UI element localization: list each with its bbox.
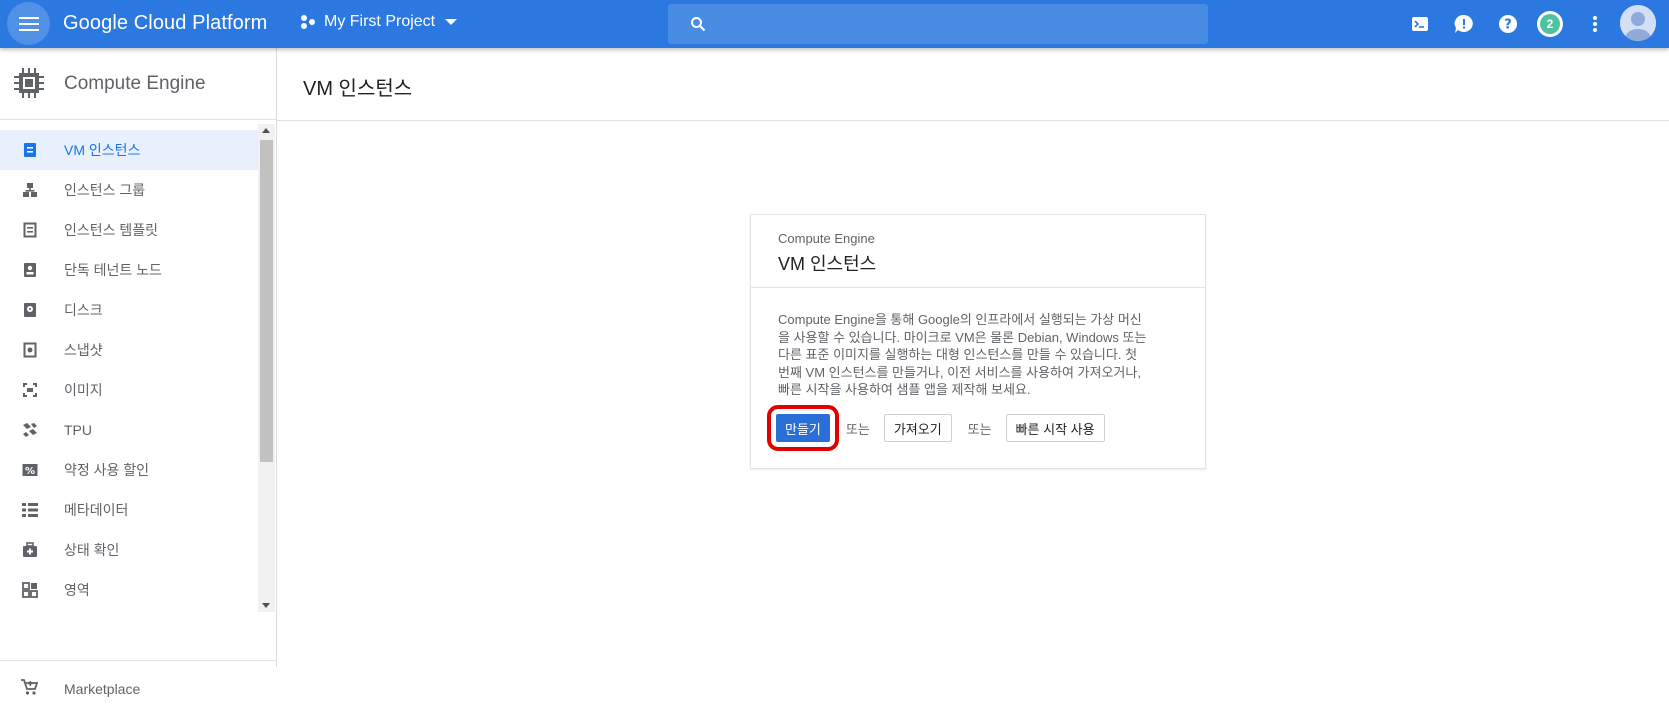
sidebar-item-sole-tenant-nodes[interactable]: 단독 테넌트 노드 (0, 250, 258, 290)
menu-icon (18, 16, 39, 31)
card-subtitle: Compute Engine (778, 231, 875, 246)
vm-instance-icon (20, 140, 40, 160)
sidebar-item-instance-templates[interactable]: 인스턴스 템플릿 (0, 210, 258, 250)
menu-button[interactable] (7, 2, 50, 45)
sidebar-title: Compute Engine (64, 73, 206, 94)
description-line: 다른 표준 이미지를 실행하는 대형 인스턴스를 만들 수 있습니다. 첫 (778, 347, 1138, 363)
sidebar-item-label: 단독 테넌트 노드 (64, 262, 162, 278)
health-check-icon (20, 540, 40, 560)
account-icon (1620, 5, 1656, 41)
svg-text:%: % (25, 466, 35, 477)
sidebar-item-label: 인스턴스 템플릿 (64, 222, 159, 238)
project-name: My First Project (324, 13, 436, 30)
sidebar-header: Compute Engine (0, 48, 276, 120)
top-app-bar: Google Cloud Platform My First Project ?… (0, 0, 1669, 48)
tpu-icon (20, 420, 40, 440)
sole-tenant-icon (20, 260, 40, 280)
avatar[interactable] (1620, 5, 1656, 41)
compute-engine-icon (14, 68, 44, 98)
or-text: 또는 (845, 421, 870, 437)
sidebar-item-label: 약정 사용 할인 (64, 462, 150, 478)
sidebar-scrollbar[interactable] (258, 124, 275, 612)
cart-icon (21, 679, 38, 695)
sidebar-item-health-checks[interactable]: 상태 확인 (0, 530, 258, 570)
project-icon (301, 15, 315, 29)
help-icon: ? (1499, 15, 1517, 33)
sidebar-item-label: 디스크 (64, 302, 103, 318)
feedback-icon (1454, 14, 1473, 33)
image-icon (20, 380, 40, 400)
project-selector[interactable]: My First Project (300, 13, 458, 31)
sidebar-item-label: 메타데이터 (64, 502, 129, 518)
sidebar-item-zones[interactable]: 영역 (0, 570, 258, 610)
create-button[interactable]: 만들기 (767, 405, 839, 451)
sidebar-item-label: VM 인스턴스 (64, 142, 141, 158)
svg-text:?: ? (1504, 18, 1512, 33)
page-header: VM 인스턴스 (277, 48, 1669, 121)
page-title: VM 인스턴스 (303, 78, 413, 100)
more-options-button[interactable] (1583, 12, 1607, 36)
snapshot-icon (20, 340, 40, 360)
notification-badge: 2 (1540, 14, 1560, 34)
import-button[interactable]: 가져오기 (883, 414, 952, 442)
zones-icon (20, 580, 40, 600)
sidebar-nav: VM 인스턴스 인스턴스 그룹 인스턴스 템플릿 단독 테넌트 노드 디스크 스… (0, 130, 258, 660)
feedback-button[interactable] (1452, 12, 1476, 36)
sidebar-item-label: 인스턴스 그룹 (64, 182, 146, 198)
instance-group-icon (20, 180, 40, 200)
or-text: 또는 (967, 421, 992, 437)
marketplace-label: Marketplace (64, 681, 141, 697)
sidebar-item-label: TPU (64, 422, 92, 438)
sidebar-item-marketplace[interactable]: Marketplace (0, 660, 276, 715)
notifications-button[interactable]: 2 (1537, 11, 1563, 37)
sidebar-item-metadata[interactable]: 메타데이터 (0, 490, 258, 530)
sidebar-item-disks[interactable]: 디스크 (0, 290, 258, 330)
card-actions: 만들기 또는 가져오기 또는 빠른 시작 사용 (767, 405, 1105, 451)
description-line: 을 사용할 수 있습니다. 마이크로 VM은 물론 Debian, Window… (778, 329, 1147, 345)
empty-state-card: Compute Engine VM 인스턴스 Compute Engine을 통… (750, 214, 1206, 469)
search-icon (691, 17, 706, 32)
card-header: Compute Engine VM 인스턴스 (751, 215, 1205, 288)
sidebar-item-label: 상태 확인 (64, 542, 120, 558)
search-input[interactable] (668, 4, 1208, 44)
help-button[interactable]: ? (1496, 12, 1520, 36)
cloud-shell-button[interactable] (1408, 12, 1432, 36)
sidebar-item-committed-use-discounts[interactable]: % 약정 사용 할인 (0, 450, 258, 490)
description-line: Compute Engine을 통해 Google의 인프라에서 실행되는 가상… (778, 312, 1142, 327)
sidebar-item-snapshots[interactable]: 스냅샷 (0, 330, 258, 370)
brand-title[interactable]: Google Cloud Platform (63, 12, 267, 35)
disk-icon (20, 300, 40, 320)
card-description: Compute Engine을 통해 Google의 인프라에서 실행되는 가상… (778, 311, 1183, 399)
sidebar-item-label: 영역 (64, 582, 90, 598)
instance-template-icon (20, 220, 40, 240)
scroll-down-icon[interactable] (262, 603, 270, 608)
more-vert-icon (1593, 16, 1597, 32)
cloud-shell-icon (1412, 17, 1428, 31)
sidebar-item-images[interactable]: 이미지 (0, 370, 258, 410)
scroll-up-icon[interactable] (262, 128, 270, 133)
sidebar-item-label: 이미지 (64, 382, 103, 398)
quickstart-button[interactable]: 빠른 시작 사용 (1005, 414, 1105, 442)
sidebar-item-instance-groups[interactable]: 인스턴스 그룹 (0, 170, 258, 210)
description-line: 번째 VM 인스턴스를 만들거나, 이전 서비스를 사용하여 가져오거나, (778, 364, 1141, 380)
sidebar-item-vm-instances[interactable]: VM 인스턴스 (0, 130, 258, 170)
discount-icon: % (20, 460, 40, 480)
sidebar: Compute Engine VM 인스턴스 인스턴스 그룹 인스턴스 템플릿 … (0, 48, 277, 697)
description-line: 빠른 시작을 사용하여 샘플 앱을 제작해 보세요. (778, 382, 1031, 398)
card-title: VM 인스턴스 (778, 254, 877, 274)
chevron-down-icon (445, 19, 458, 25)
scrollbar-thumb[interactable] (260, 140, 273, 462)
metadata-icon (20, 500, 40, 520)
sidebar-item-label: 스냅샷 (64, 342, 103, 358)
sidebar-item-tpu[interactable]: TPU (0, 410, 258, 450)
